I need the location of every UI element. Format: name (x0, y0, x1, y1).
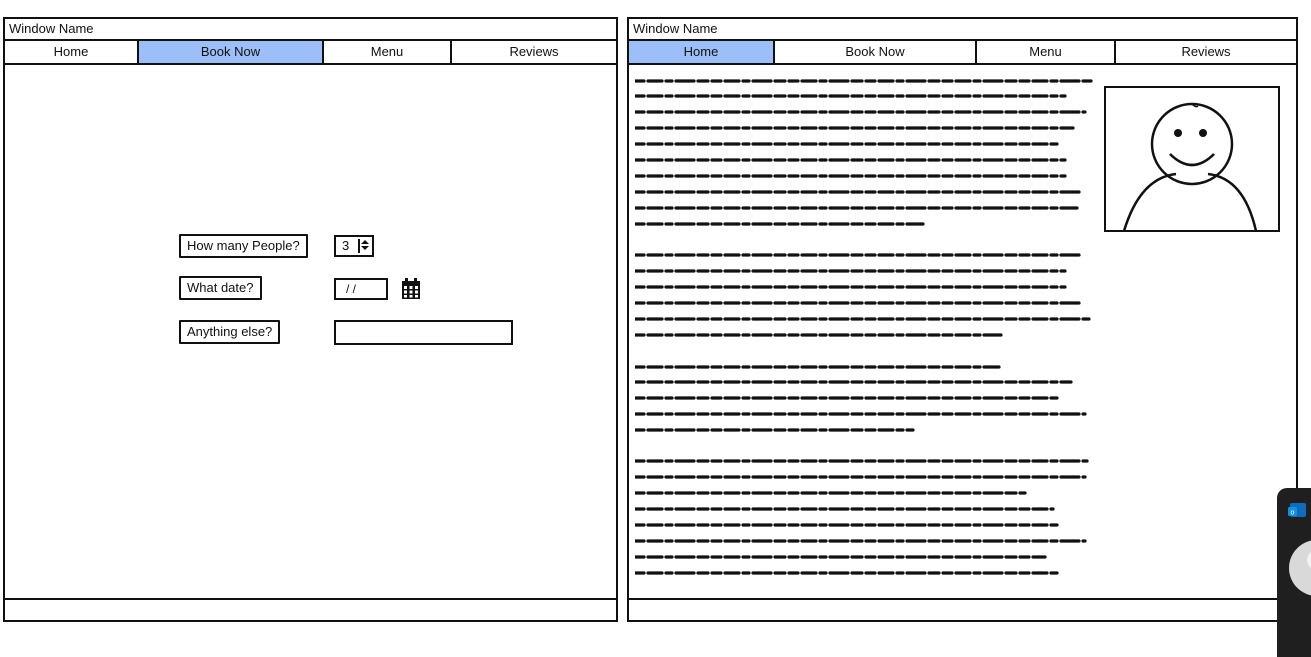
tab-reviews[interactable]: Reviews (452, 41, 616, 63)
tab-menu[interactable]: Menu (324, 41, 452, 63)
placeholder-text-block (635, 79, 1093, 575)
svg-text:o: o (1291, 510, 1295, 517)
tab-menu[interactable]: Menu (977, 41, 1116, 63)
home-window: Window Name Home Book Now Menu Reviews (627, 17, 1298, 622)
nav-tabs: Home Book Now Menu Reviews (5, 41, 616, 65)
anything-else-input[interactable] (334, 320, 513, 345)
tab-book-now[interactable]: Book Now (139, 41, 324, 63)
outlook-side-widget[interactable]: o (1277, 488, 1311, 657)
calendar-icon[interactable] (400, 277, 422, 306)
tab-reviews[interactable]: Reviews (1116, 41, 1296, 63)
window-title: Window Name (629, 19, 1296, 41)
tab-home[interactable]: Home (5, 41, 139, 63)
tab-home[interactable]: Home (629, 41, 775, 63)
people-value: 3 (342, 238, 350, 253)
date-label: What date? (179, 276, 262, 300)
nav-tabs: Home Book Now Menu Reviews (629, 41, 1296, 65)
window-title: Window Name (5, 19, 616, 41)
tab-book-now[interactable]: Book Now (775, 41, 977, 63)
people-stepper[interactable]: 3 (334, 235, 374, 257)
avatar (1289, 540, 1311, 596)
booking-window: Window Name Home Book Now Menu Reviews H… (3, 17, 618, 622)
date-field[interactable]: / / (334, 278, 388, 300)
stepper-arrows-icon[interactable] (358, 239, 370, 253)
status-bar (5, 598, 616, 620)
user-portrait-icon (1104, 86, 1280, 232)
status-bar (629, 598, 1296, 620)
anything-else-label: Anything else? (179, 320, 281, 344)
people-label: How many People? (179, 234, 308, 258)
